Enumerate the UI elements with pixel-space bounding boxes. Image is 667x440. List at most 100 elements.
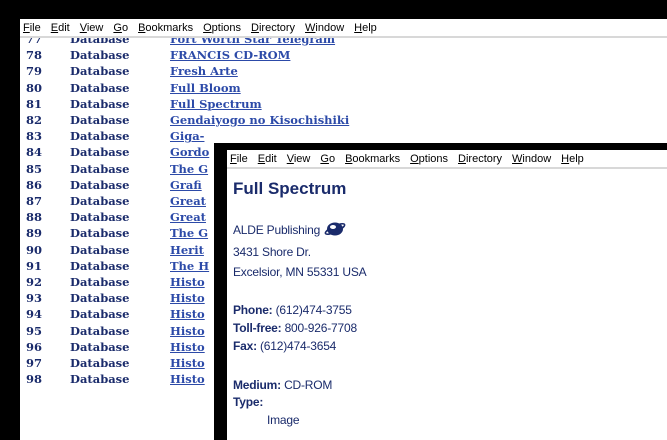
row-category: Database xyxy=(70,258,130,273)
row-number: 82 xyxy=(26,113,43,127)
row-category: Database xyxy=(70,323,130,338)
medium-line: Medium: CD-ROM xyxy=(233,378,332,392)
menu-options[interactable]: Options xyxy=(203,22,241,34)
row-title-link[interactable]: Fort Worth Star Telegram xyxy=(170,38,335,47)
row-title-link[interactable]: Histo xyxy=(170,323,205,339)
row-title-link[interactable]: The G xyxy=(170,225,208,241)
row-number: 84 xyxy=(26,145,43,160)
menu-accelerator: O xyxy=(410,152,419,165)
tollfree-label: Toll-free: xyxy=(233,321,282,335)
row-number: 96 xyxy=(26,339,43,354)
tollfree-line: Toll-free: 800-926-7708 xyxy=(233,321,357,335)
menu-help[interactable]: Help xyxy=(354,22,377,34)
menu-window[interactable]: Window xyxy=(305,22,344,34)
row-category: Database xyxy=(70,356,130,370)
menu-label: elp xyxy=(569,152,584,165)
menu-accelerator: E xyxy=(257,152,266,165)
row-category: Database xyxy=(70,64,130,79)
row-number: 78 xyxy=(26,48,43,63)
row-title-link[interactable]: Full Spectrum xyxy=(170,96,262,112)
fax-label: Fax: xyxy=(233,339,257,353)
menu-label: ookmarks xyxy=(145,21,194,34)
row-title-link[interactable]: Great xyxy=(170,209,206,225)
menu-go[interactable]: Go xyxy=(113,22,128,34)
menu-directory[interactable]: Directory xyxy=(458,153,502,165)
row-title-link[interactable]: Gordo xyxy=(170,144,209,160)
menu-options[interactable]: Options xyxy=(410,153,448,165)
menu-label: ile xyxy=(236,152,248,165)
list-item: 83 Database Giga- xyxy=(20,128,667,144)
row-number: 98 xyxy=(26,372,43,387)
street-address: 3431 Shore Dr. xyxy=(233,245,311,259)
company-name: ALDE Publishing xyxy=(233,223,321,237)
row-title-link[interactable]: Histo xyxy=(170,371,205,387)
menu-accelerator: F xyxy=(23,21,30,34)
fax-value: (612)474-3654 xyxy=(256,339,337,353)
row-title-link[interactable]: The G xyxy=(170,161,208,177)
row-title-link[interactable]: Grafi xyxy=(170,177,202,193)
menu-accelerator: G xyxy=(320,152,329,165)
list-item: 82 Database Gendaiyogo no Kisochishiki xyxy=(20,112,667,128)
menu-edit[interactable]: Edit xyxy=(51,22,70,34)
row-number: 97 xyxy=(26,356,43,370)
row-title-link[interactable]: Great xyxy=(170,193,206,209)
row-number: 85 xyxy=(26,161,43,176)
row-category: Database xyxy=(70,210,130,225)
menu-window[interactable]: Window xyxy=(512,153,551,165)
list-item: 80 Database Full Bloom xyxy=(20,80,667,96)
menu-view[interactable]: View xyxy=(287,153,311,165)
row-title-link[interactable]: Giga- xyxy=(170,128,204,144)
row-category: Database xyxy=(70,339,130,354)
row-title-link[interactable]: Herit xyxy=(170,242,204,258)
row-title-link[interactable]: Histo xyxy=(170,290,205,306)
row-category: Database xyxy=(70,372,130,387)
row-title-link[interactable]: Histo xyxy=(170,274,205,290)
row-title-link[interactable]: Histo xyxy=(170,306,205,322)
menu-label: ookmarks xyxy=(352,152,401,165)
menu-label: irectory xyxy=(258,21,296,34)
row-number: 95 xyxy=(26,323,43,338)
fax-line: Fax: (612)474-3654 xyxy=(233,339,336,353)
row-category: Database xyxy=(70,307,130,322)
row-category: Database xyxy=(70,291,130,306)
menu-label: ptions xyxy=(211,21,242,34)
globe-link-icon[interactable] xyxy=(324,221,346,237)
menu-file[interactable]: File xyxy=(230,153,248,165)
row-number: 90 xyxy=(26,242,43,257)
menu-directory[interactable]: Directory xyxy=(251,22,295,34)
menu-label: iew xyxy=(86,21,104,34)
row-category: Database xyxy=(70,80,130,95)
menu-bookmarks[interactable]: Bookmarks xyxy=(345,153,400,165)
row-title-link[interactable]: Histo xyxy=(170,355,205,371)
menu-label: ile xyxy=(29,21,41,34)
menu-label: ptions xyxy=(418,152,449,165)
phone-label: Phone: xyxy=(233,303,273,317)
row-category: Database xyxy=(70,145,130,160)
menu-view[interactable]: View xyxy=(80,22,104,34)
menu-help[interactable]: Help xyxy=(561,153,584,165)
list-item: 77 Database Fort Worth Star Telegram xyxy=(20,38,667,47)
menu-label: indow xyxy=(315,21,345,34)
list-item: 79 Database Fresh Arte xyxy=(20,63,667,79)
row-title-link[interactable]: Histo xyxy=(170,339,205,355)
row-title-link[interactable]: Full Bloom xyxy=(170,80,241,96)
phone-line: Phone: (612)474-3755 xyxy=(233,303,352,317)
row-title-link[interactable]: Fresh Arte xyxy=(170,63,238,79)
menu-accelerator: V xyxy=(79,21,87,34)
row-number: 89 xyxy=(26,226,43,241)
menu-go[interactable]: Go xyxy=(320,153,335,165)
menu-accelerator: F xyxy=(230,152,237,165)
row-title-link[interactable]: FRANCIS CD-ROM xyxy=(170,47,290,63)
type-value: Image xyxy=(267,413,300,427)
row-number: 79 xyxy=(26,64,43,79)
row-category: Database xyxy=(70,242,130,257)
menu-accelerator: D xyxy=(458,152,466,165)
row-title-link[interactable]: Gendaiyogo no Kisochishiki xyxy=(170,112,349,128)
menu-edit[interactable]: Edit xyxy=(258,153,277,165)
row-title-link[interactable]: The H xyxy=(170,258,209,274)
menu-file[interactable]: File xyxy=(23,22,41,34)
menu-accelerator: O xyxy=(203,21,212,34)
menu-bookmarks[interactable]: Bookmarks xyxy=(138,22,193,34)
medium-label: Medium: xyxy=(233,378,281,392)
menu-accelerator: H xyxy=(561,152,570,165)
